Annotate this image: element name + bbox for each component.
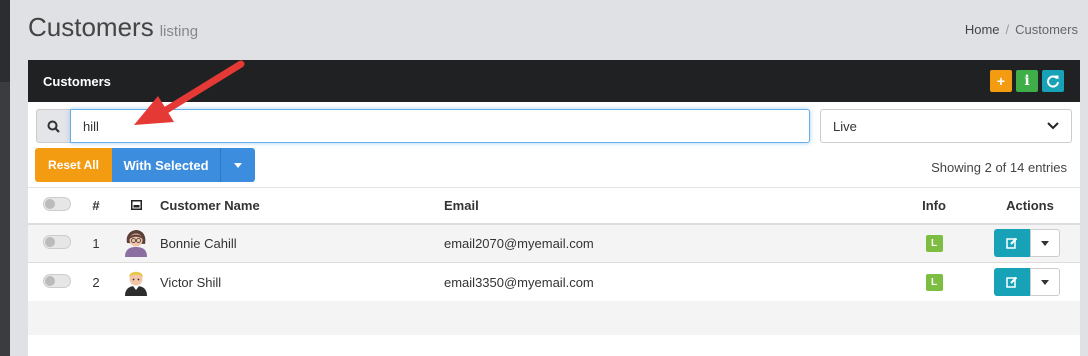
info-badge[interactable]: L	[925, 274, 943, 291]
col-customer-name[interactable]: Customer Name	[160, 188, 444, 224]
row-select-cell	[28, 224, 80, 263]
row-actions-dropdown[interactable]	[1030, 229, 1060, 258]
search-icon	[47, 120, 60, 133]
row-action-group	[994, 229, 1060, 258]
edit-icon	[1006, 238, 1018, 249]
search-input[interactable]	[70, 109, 810, 143]
info-icon: i	[1024, 73, 1030, 89]
sidebar-edge	[0, 0, 10, 356]
row-select-toggle[interactable]	[43, 234, 71, 249]
breadcrumb-current: Customers	[1015, 22, 1078, 37]
breadcrumb-separator: /	[1005, 22, 1010, 37]
row-customer-name: Victor Shill	[160, 274, 222, 290]
status-select[interactable]: Live	[820, 109, 1072, 143]
page-header: Customers listing Home / Customers	[28, 12, 1078, 52]
customers-panel: Customers + i Live Reset All With Select…	[28, 60, 1080, 356]
info-button[interactable]: i	[1016, 70, 1038, 92]
row-customer-name: Bonnie Cahill	[160, 235, 237, 251]
col-image	[112, 188, 160, 224]
caret-down-icon	[1041, 240, 1049, 246]
chevron-down-icon	[1047, 122, 1059, 130]
row-info-cell: L	[884, 263, 980, 302]
edit-icon	[1006, 276, 1018, 288]
row-select-cell	[28, 263, 80, 302]
row-select-toggle[interactable]	[43, 273, 71, 288]
table-header-row: # Customer Name Email Info Actions	[28, 187, 1080, 224]
row-email: email3350@myemail.com	[444, 274, 594, 290]
image-icon	[130, 199, 142, 210]
table-row: 1 Bonnie Cahill email2070@myemail.com L	[28, 223, 1080, 263]
page-title-text: Customers	[28, 12, 154, 42]
refresh-button[interactable]	[1042, 70, 1064, 92]
edit-button[interactable]	[994, 229, 1030, 258]
page-subtitle: listing	[159, 23, 199, 40]
search-addon	[36, 109, 70, 143]
row-actions-dropdown[interactable]	[1030, 268, 1060, 296]
customers-table: # Customer Name Email Info Actions 1 Bon…	[28, 187, 1080, 302]
row-avatar-cell	[112, 263, 160, 302]
status-select-value: Live	[833, 118, 857, 134]
row-actions	[980, 224, 1080, 263]
col-actions: Actions	[1006, 197, 1054, 213]
caret-down-icon	[1041, 279, 1049, 285]
add-customer-button[interactable]: +	[990, 70, 1012, 92]
plus-icon: +	[996, 73, 1006, 89]
page-title: Customers listing	[28, 12, 198, 43]
select-all-toggle[interactable]	[43, 196, 71, 211]
row-number: 1	[92, 235, 100, 251]
caret-down-icon	[234, 162, 242, 168]
entries-count: Showing 2 of 14 entries	[931, 160, 1067, 175]
panel-tools: + i	[990, 70, 1064, 92]
row-email: email2070@myemail.com	[444, 235, 594, 251]
row-action-group	[994, 268, 1060, 296]
row-avatar-cell	[112, 224, 160, 263]
panel-title: Customers	[43, 74, 111, 89]
reset-all-button[interactable]: Reset All	[35, 148, 112, 182]
col-info: Info	[922, 197, 946, 213]
refresh-icon	[1047, 75, 1059, 88]
col-number[interactable]: #	[80, 188, 112, 224]
panel-header: Customers + i	[28, 60, 1080, 102]
row-info-cell: L	[884, 224, 980, 263]
row-actions	[980, 263, 1080, 302]
avatar	[125, 271, 147, 296]
with-selected-dropdown[interactable]	[220, 148, 255, 182]
breadcrumb-home[interactable]: Home	[965, 22, 1000, 37]
table-row: 2 Victor Shill email3350@myemail.com L	[28, 263, 1080, 302]
table-footer	[28, 301, 1080, 335]
select-all-cell	[28, 188, 80, 224]
edit-button[interactable]	[994, 268, 1030, 296]
info-badge[interactable]: L	[925, 235, 943, 253]
breadcrumb: Home / Customers	[965, 22, 1078, 37]
col-email[interactable]: Email	[444, 188, 884, 224]
bulk-actions: Reset All With Selected	[35, 148, 255, 182]
row-number: 2	[92, 274, 100, 290]
with-selected-button[interactable]: With Selected	[112, 148, 220, 182]
search-row: Live	[36, 109, 1072, 143]
avatar	[125, 229, 147, 257]
